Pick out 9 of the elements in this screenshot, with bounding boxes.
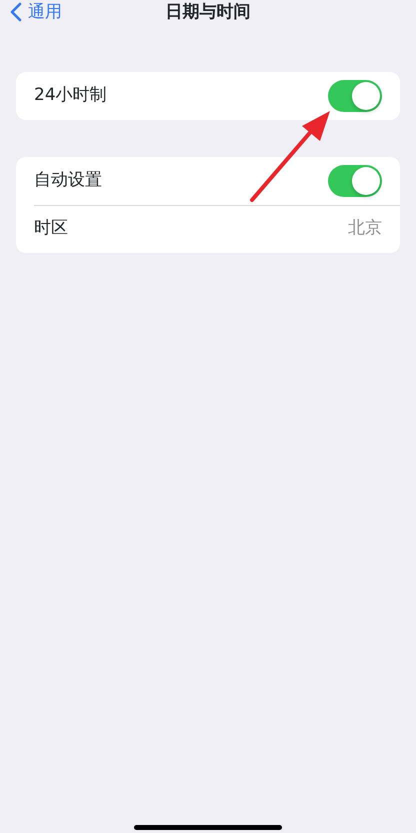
back-chevron-icon bbox=[10, 2, 22, 22]
row-label: 24小时制 bbox=[34, 85, 107, 106]
row-label: 时区 bbox=[34, 218, 68, 238]
row-label: 自动设置 bbox=[34, 170, 102, 190]
page-title: 日期与时间 bbox=[166, 2, 250, 22]
row-value[interactable]: 北京 bbox=[348, 216, 382, 242]
toggle-switch[interactable] bbox=[328, 165, 382, 197]
back-button[interactable]: 通用 bbox=[6, 0, 66, 24]
toggle-switch[interactable] bbox=[328, 80, 382, 112]
